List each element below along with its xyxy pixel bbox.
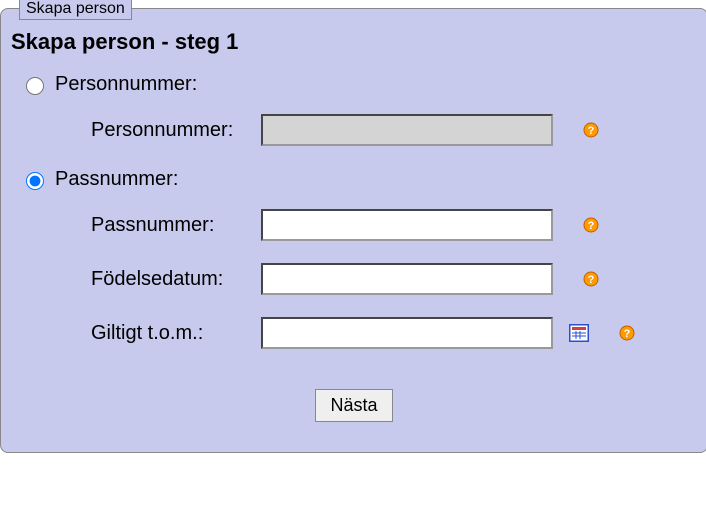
option-personnummer[interactable]: Personnummer: bbox=[21, 73, 697, 96]
row-personnummer: Personnummer: ? bbox=[91, 114, 697, 146]
create-person-panel: Skapa person Skapa person - steg 1 Perso… bbox=[0, 8, 706, 453]
button-row: Nästa bbox=[11, 389, 697, 422]
option-passnummer-label: Passnummer: bbox=[55, 168, 178, 191]
input-personnummer bbox=[261, 114, 553, 146]
label-personnummer: Personnummer: bbox=[91, 119, 261, 142]
help-icon[interactable]: ? bbox=[583, 122, 599, 138]
radio-passnummer[interactable] bbox=[26, 172, 44, 190]
row-giltigt-tom: Giltigt t.o.m.: ? bbox=[91, 317, 697, 349]
help-icon[interactable]: ? bbox=[583, 271, 599, 287]
help-icon[interactable]: ? bbox=[583, 217, 599, 233]
svg-text:?: ? bbox=[624, 328, 631, 340]
svg-text:?: ? bbox=[588, 220, 595, 232]
svg-text:?: ? bbox=[588, 274, 595, 286]
next-button[interactable]: Nästa bbox=[315, 389, 392, 422]
row-passnummer: Passnummer: ? bbox=[91, 209, 697, 241]
label-passnummer: Passnummer: bbox=[91, 214, 261, 237]
row-fodelsedatum: Födelsedatum: ? bbox=[91, 263, 697, 295]
input-giltigt-tom[interactable] bbox=[261, 317, 553, 349]
option-personnummer-label: Personnummer: bbox=[55, 73, 197, 96]
page-title: Skapa person - steg 1 bbox=[11, 29, 697, 55]
option-passnummer[interactable]: Passnummer: bbox=[21, 168, 697, 191]
input-fodelsedatum[interactable] bbox=[261, 263, 553, 295]
panel-legend: Skapa person bbox=[19, 0, 132, 20]
radio-personnummer[interactable] bbox=[26, 77, 44, 95]
help-icon[interactable]: ? bbox=[619, 325, 635, 341]
svg-text:?: ? bbox=[588, 125, 595, 137]
label-fodelsedatum: Födelsedatum: bbox=[91, 268, 261, 291]
calendar-icon[interactable] bbox=[569, 324, 589, 342]
input-passnummer[interactable] bbox=[261, 209, 553, 241]
label-giltigt-tom: Giltigt t.o.m.: bbox=[91, 322, 261, 345]
